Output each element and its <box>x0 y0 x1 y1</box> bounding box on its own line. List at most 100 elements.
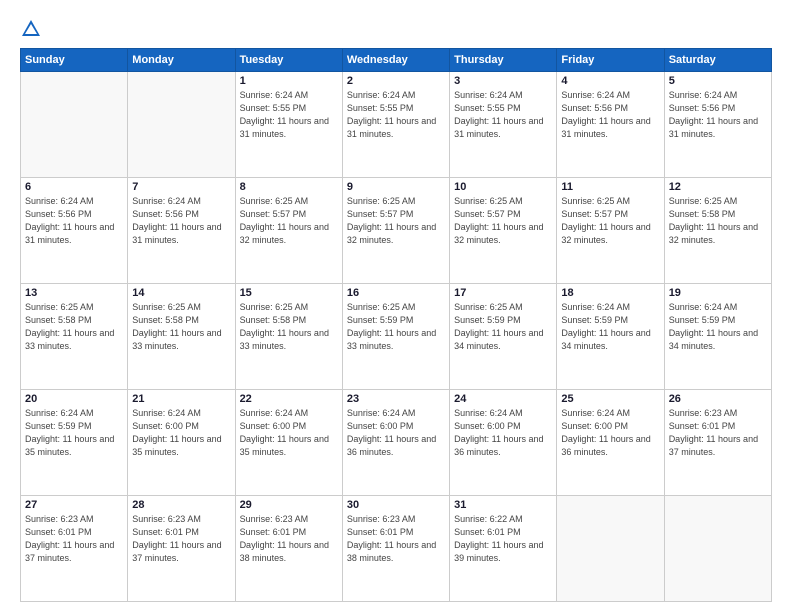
day-info: Sunrise: 6:25 AM Sunset: 5:57 PM Dayligh… <box>561 195 659 247</box>
day-cell <box>128 72 235 178</box>
day-cell: 24 Sunrise: 6:24 AM Sunset: 6:00 PM Dayli… <box>450 390 557 496</box>
day-number: 21 <box>132 393 230 405</box>
day-number: 9 <box>347 181 445 193</box>
week-row-1: 1 Sunrise: 6:24 AM Sunset: 5:55 PM Daylig… <box>21 72 772 178</box>
day-cell <box>557 496 664 602</box>
day-number: 29 <box>240 499 338 511</box>
day-cell: 15 Sunrise: 6:25 AM Sunset: 5:58 PM Dayli… <box>235 284 342 390</box>
day-info: Sunrise: 6:25 AM Sunset: 5:59 PM Dayligh… <box>347 301 445 353</box>
day-info: Sunrise: 6:24 AM Sunset: 5:59 PM Dayligh… <box>561 301 659 353</box>
day-number: 28 <box>132 499 230 511</box>
day-info: Sunrise: 6:23 AM Sunset: 6:01 PM Dayligh… <box>240 513 338 565</box>
day-info: Sunrise: 6:25 AM Sunset: 5:57 PM Dayligh… <box>240 195 338 247</box>
day-info: Sunrise: 6:24 AM Sunset: 5:55 PM Dayligh… <box>454 89 552 141</box>
day-info: Sunrise: 6:24 AM Sunset: 6:00 PM Dayligh… <box>454 407 552 459</box>
day-number: 18 <box>561 287 659 299</box>
day-info: Sunrise: 6:25 AM Sunset: 5:58 PM Dayligh… <box>25 301 123 353</box>
day-number: 16 <box>347 287 445 299</box>
weekday-header-saturday: Saturday <box>664 49 771 72</box>
day-number: 31 <box>454 499 552 511</box>
day-info: Sunrise: 6:24 AM Sunset: 5:59 PM Dayligh… <box>669 301 767 353</box>
weekday-header-row: SundayMondayTuesdayWednesdayThursdayFrid… <box>21 49 772 72</box>
day-cell: 25Sunrise: 6:24 AM Sunset: 6:00 PM Dayli… <box>557 390 664 496</box>
day-cell: 19 Sunrise: 6:24 AM Sunset: 5:59 PM Dayli… <box>664 284 771 390</box>
day-cell: 12 Sunrise: 6:25 AM Sunset: 5:58 PM Dayli… <box>664 178 771 284</box>
day-cell: 14 Sunrise: 6:25 AM Sunset: 5:58 PM Dayli… <box>128 284 235 390</box>
day-number: 4 <box>561 75 659 87</box>
week-row-5: 27 Sunrise: 6:23 AM Sunset: 6:01 PM Dayli… <box>21 496 772 602</box>
day-number: 12 <box>669 181 767 193</box>
day-cell: 30Sunrise: 6:23 AM Sunset: 6:01 PM Dayli… <box>342 496 449 602</box>
day-info: Sunrise: 6:24 AM Sunset: 5:59 PM Dayligh… <box>25 407 123 459</box>
day-info: Sunrise: 6:25 AM Sunset: 5:58 PM Dayligh… <box>240 301 338 353</box>
day-cell: 3 Sunrise: 6:24 AM Sunset: 5:55 PM Daylig… <box>450 72 557 178</box>
day-info: Sunrise: 6:23 AM Sunset: 6:01 PM Dayligh… <box>132 513 230 565</box>
day-number: 25 <box>561 393 659 405</box>
weekday-header-thursday: Thursday <box>450 49 557 72</box>
day-info: Sunrise: 6:24 AM Sunset: 5:55 PM Dayligh… <box>240 89 338 141</box>
day-cell: 1 Sunrise: 6:24 AM Sunset: 5:55 PM Daylig… <box>235 72 342 178</box>
weekday-header-friday: Friday <box>557 49 664 72</box>
day-info: Sunrise: 6:24 AM Sunset: 6:00 PM Dayligh… <box>240 407 338 459</box>
day-cell: 27 Sunrise: 6:23 AM Sunset: 6:01 PM Dayli… <box>21 496 128 602</box>
day-cell: 11Sunrise: 6:25 AM Sunset: 5:57 PM Dayli… <box>557 178 664 284</box>
day-cell: 13Sunrise: 6:25 AM Sunset: 5:58 PM Dayli… <box>21 284 128 390</box>
logo-icon <box>20 18 42 40</box>
logo <box>20 18 46 40</box>
day-number: 5 <box>669 75 767 87</box>
day-number: 27 <box>25 499 123 511</box>
day-info: Sunrise: 6:25 AM Sunset: 5:57 PM Dayligh… <box>454 195 552 247</box>
day-info: Sunrise: 6:25 AM Sunset: 5:58 PM Dayligh… <box>132 301 230 353</box>
day-cell: 20 Sunrise: 6:24 AM Sunset: 5:59 PM Dayli… <box>21 390 128 496</box>
day-number: 3 <box>454 75 552 87</box>
day-cell: 7 Sunrise: 6:24 AM Sunset: 5:56 PM Daylig… <box>128 178 235 284</box>
day-cell: 23Sunrise: 6:24 AM Sunset: 6:00 PM Dayli… <box>342 390 449 496</box>
day-info: Sunrise: 6:24 AM Sunset: 5:56 PM Dayligh… <box>25 195 123 247</box>
week-row-4: 20 Sunrise: 6:24 AM Sunset: 5:59 PM Dayli… <box>21 390 772 496</box>
day-number: 30 <box>347 499 445 511</box>
day-number: 24 <box>454 393 552 405</box>
week-row-3: 13Sunrise: 6:25 AM Sunset: 5:58 PM Dayli… <box>21 284 772 390</box>
day-number: 22 <box>240 393 338 405</box>
day-number: 1 <box>240 75 338 87</box>
day-info: Sunrise: 6:22 AM Sunset: 6:01 PM Dayligh… <box>454 513 552 565</box>
day-number: 20 <box>25 393 123 405</box>
day-cell: 2 Sunrise: 6:24 AM Sunset: 5:55 PM Daylig… <box>342 72 449 178</box>
day-info: Sunrise: 6:23 AM Sunset: 6:01 PM Dayligh… <box>669 407 767 459</box>
day-info: Sunrise: 6:23 AM Sunset: 6:01 PM Dayligh… <box>25 513 123 565</box>
day-info: Sunrise: 6:25 AM Sunset: 5:59 PM Dayligh… <box>454 301 552 353</box>
day-number: 19 <box>669 287 767 299</box>
day-cell: 31 Sunrise: 6:22 AM Sunset: 6:01 PM Dayli… <box>450 496 557 602</box>
day-cell: 9Sunrise: 6:25 AM Sunset: 5:57 PM Daylig… <box>342 178 449 284</box>
day-info: Sunrise: 6:25 AM Sunset: 5:58 PM Dayligh… <box>669 195 767 247</box>
header <box>20 18 772 40</box>
day-cell: 18 Sunrise: 6:24 AM Sunset: 5:59 PM Dayli… <box>557 284 664 390</box>
day-cell <box>664 496 771 602</box>
day-info: Sunrise: 6:24 AM Sunset: 5:56 PM Dayligh… <box>132 195 230 247</box>
day-number: 15 <box>240 287 338 299</box>
day-number: 7 <box>132 181 230 193</box>
week-row-2: 6 Sunrise: 6:24 AM Sunset: 5:56 PM Daylig… <box>21 178 772 284</box>
day-info: Sunrise: 6:24 AM Sunset: 5:56 PM Dayligh… <box>669 89 767 141</box>
page: SundayMondayTuesdayWednesdayThursdayFrid… <box>0 0 792 612</box>
day-cell: 8 Sunrise: 6:25 AM Sunset: 5:57 PM Daylig… <box>235 178 342 284</box>
day-info: Sunrise: 6:24 AM Sunset: 5:55 PM Dayligh… <box>347 89 445 141</box>
day-number: 6 <box>25 181 123 193</box>
day-cell: 21 Sunrise: 6:24 AM Sunset: 6:00 PM Dayli… <box>128 390 235 496</box>
day-number: 2 <box>347 75 445 87</box>
day-number: 17 <box>454 287 552 299</box>
day-number: 14 <box>132 287 230 299</box>
weekday-header-tuesday: Tuesday <box>235 49 342 72</box>
day-cell: 26 Sunrise: 6:23 AM Sunset: 6:01 PM Dayli… <box>664 390 771 496</box>
day-cell <box>21 72 128 178</box>
day-cell: 16 Sunrise: 6:25 AM Sunset: 5:59 PM Dayli… <box>342 284 449 390</box>
day-info: Sunrise: 6:24 AM Sunset: 6:00 PM Dayligh… <box>347 407 445 459</box>
day-number: 26 <box>669 393 767 405</box>
day-cell: 6 Sunrise: 6:24 AM Sunset: 5:56 PM Daylig… <box>21 178 128 284</box>
weekday-header-monday: Monday <box>128 49 235 72</box>
day-cell: 29 Sunrise: 6:23 AM Sunset: 6:01 PM Dayli… <box>235 496 342 602</box>
calendar-table: SundayMondayTuesdayWednesdayThursdayFrid… <box>20 48 772 602</box>
day-info: Sunrise: 6:24 AM Sunset: 6:00 PM Dayligh… <box>132 407 230 459</box>
day-number: 8 <box>240 181 338 193</box>
day-cell: 17 Sunrise: 6:25 AM Sunset: 5:59 PM Dayli… <box>450 284 557 390</box>
